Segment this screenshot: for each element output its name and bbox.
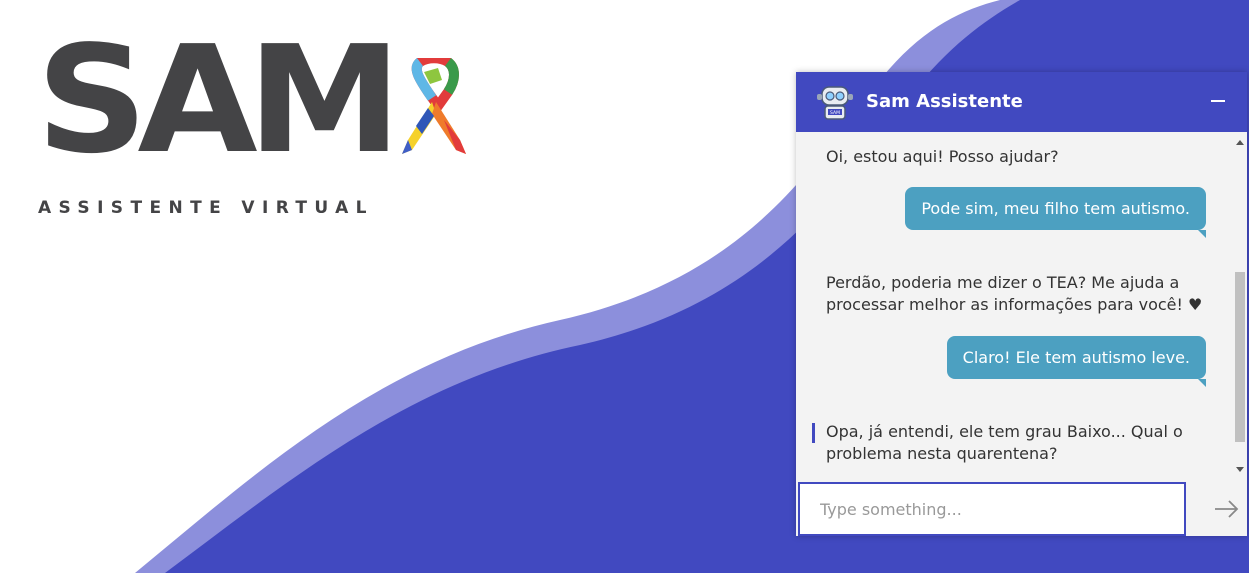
message-line: processar melhor as informações para voc…: [826, 295, 1203, 314]
chat-input-area: [796, 480, 1247, 536]
chat-widget: SAM Sam Assistente Oi, estou aqui! Posso…: [796, 72, 1247, 536]
logo-wordmark: SAM: [36, 14, 402, 186]
sam-logo: SAM ASSISTENTE VIRTUAL: [36, 26, 476, 224]
send-arrow-icon[interactable]: [1211, 494, 1243, 524]
message-scrollbar[interactable]: [1232, 132, 1247, 480]
scroll-down-arrow-icon[interactable]: [1236, 467, 1244, 472]
chat-title: Sam Assistente: [866, 91, 1023, 112]
message-line: Opa, já entendi, ele tem grau Baixo... Q…: [826, 422, 1183, 441]
message-input[interactable]: [798, 482, 1186, 536]
chat-header: SAM Sam Assistente: [796, 72, 1247, 132]
message-line: Perdão, poderia me dizer o TEA? Me ajuda…: [826, 273, 1180, 292]
autism-puzzle-ribbon-icon: [402, 58, 466, 154]
logo-tagline: ASSISTENTE VIRTUAL: [38, 198, 374, 218]
scroll-up-arrow-icon[interactable]: [1236, 140, 1244, 145]
minimize-icon[interactable]: [1211, 100, 1225, 102]
bot-message: Perdão, poderia me dizer o TEA? Me ajuda…: [826, 272, 1202, 316]
bot-message: Opa, já entendi, ele tem grau Baixo... Q…: [812, 421, 1183, 465]
robot-icon: SAM: [817, 86, 853, 120]
bot-message: Oi, estou aqui! Posso ajudar?: [826, 147, 1059, 166]
svg-text:SAM: SAM: [830, 110, 840, 116]
message-list: Oi, estou aqui! Posso ajudar? Pode sim, …: [796, 132, 1232, 480]
user-message: Claro! Ele tem autismo leve.: [946, 336, 1207, 387]
scroll-thumb[interactable]: [1235, 272, 1245, 442]
message-line: problema nesta quarentena?: [826, 444, 1058, 463]
user-message: Pode sim, meu filho tem autismo.: [905, 187, 1206, 238]
